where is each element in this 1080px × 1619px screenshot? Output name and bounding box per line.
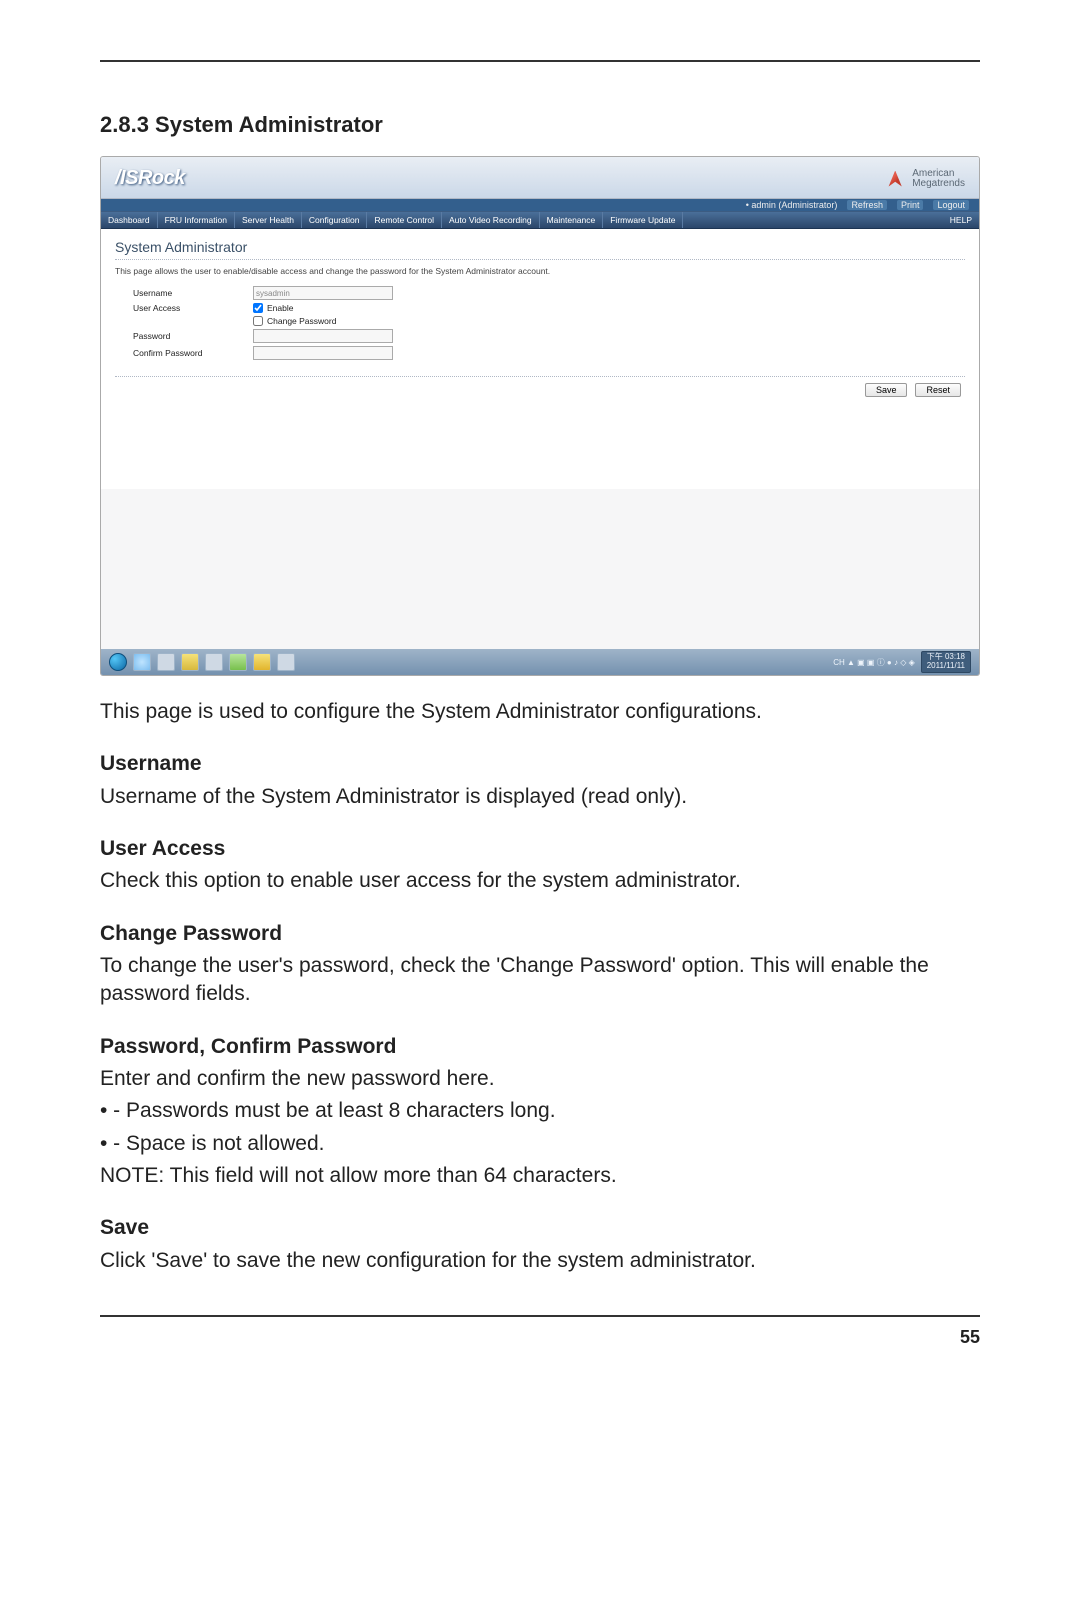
- refresh-link[interactable]: Refresh: [847, 200, 887, 210]
- row-change-password: Change Password: [133, 316, 965, 326]
- ui-header: /ISRock American Megatrends: [101, 157, 979, 199]
- password-bullet-2: • - Space is not allowed.: [100, 1130, 980, 1158]
- user-access-paragraph: Check this option to enable user access …: [100, 867, 980, 895]
- label-username: Username: [133, 288, 253, 298]
- windows-taskbar: CH ▲ ▣ ▣ ⓘ ● ♪ ◇ ◈ 下午 03:18 2011/11/11: [101, 649, 979, 675]
- confirm-password-input[interactable]: [253, 346, 393, 360]
- section-heading: 2.8.3 System Administrator: [100, 112, 980, 138]
- change-password-heading: Change Password: [100, 920, 980, 948]
- save-paragraph: Click 'Save' to save the new configurati…: [100, 1247, 980, 1275]
- print-link[interactable]: Print: [897, 200, 924, 210]
- user-access-heading: User Access: [100, 835, 980, 863]
- system-tray-icons[interactable]: CH ▲ ▣ ▣ ⓘ ● ♪ ◇ ◈: [833, 657, 915, 668]
- panel-desc: This page allows the user to enable/disa…: [115, 266, 965, 276]
- page-number: 55: [100, 1327, 980, 1348]
- nav-configuration[interactable]: Configuration: [302, 212, 368, 228]
- nav-dashboard[interactable]: Dashboard: [101, 212, 158, 228]
- bmc-web-ui-screenshot: /ISRock American Megatrends • admin (Adm…: [100, 156, 980, 676]
- doc-text: This page is used to configure the Syste…: [100, 698, 980, 1275]
- ui-body: System Administrator This page allows th…: [101, 229, 979, 489]
- label-password: Password: [133, 331, 253, 341]
- panel-title: System Administrator: [115, 239, 965, 260]
- intro-paragraph: This page is used to configure the Syste…: [100, 698, 980, 726]
- taskbar-app-icon[interactable]: [157, 653, 175, 671]
- password-confirm-heading: Password, Confirm Password: [100, 1033, 980, 1061]
- taskbar-clock[interactable]: 下午 03:18 2011/11/11: [921, 651, 971, 673]
- taskbar-app-icon[interactable]: [205, 653, 223, 671]
- taskbar-app-icon[interactable]: [253, 653, 271, 671]
- ui-nav: Dashboard FRU Information Server Health …: [101, 211, 979, 229]
- nav-maintenance[interactable]: Maintenance: [540, 212, 604, 228]
- label-user-access: User Access: [133, 303, 253, 313]
- taskbar-app-icon[interactable]: [181, 653, 199, 671]
- row-confirm-password: Confirm Password: [133, 346, 965, 360]
- ami-line2: Megatrends: [912, 179, 965, 189]
- row-user-access: User Access Enable: [133, 303, 965, 313]
- ui-subheader: • admin (Administrator) Refresh Print Lo…: [101, 199, 979, 211]
- enable-label: Enable: [267, 303, 293, 313]
- row-username: Username: [133, 286, 965, 300]
- ui-spacer: [101, 489, 979, 649]
- row-password: Password: [133, 329, 965, 343]
- bottom-rule: [100, 1315, 980, 1317]
- asrock-logo: /ISRock: [115, 167, 185, 190]
- password-bullet-1: • - Passwords must be at least 8 charact…: [100, 1097, 980, 1125]
- username-heading: Username: [100, 750, 980, 778]
- nav-firmware-update[interactable]: Firmware Update: [603, 212, 683, 228]
- welcome-text: • admin (Administrator): [746, 200, 838, 210]
- nav-help[interactable]: HELP: [943, 212, 979, 228]
- save-button[interactable]: Save: [865, 383, 908, 397]
- username-paragraph: Username of the System Administrator is …: [100, 783, 980, 811]
- nav-remote-control[interactable]: Remote Control: [367, 212, 442, 228]
- save-heading: Save: [100, 1214, 980, 1242]
- start-orb-icon[interactable]: [109, 653, 127, 671]
- change-password-paragraph: To change the user's password, check the…: [100, 952, 980, 1009]
- logout-link[interactable]: Logout: [933, 200, 969, 210]
- taskbar-app-icon[interactable]: [229, 653, 247, 671]
- taskbar-app-icon[interactable]: [133, 653, 151, 671]
- taskbar-app-icon[interactable]: [277, 653, 295, 671]
- password-paragraph-1: Enter and confirm the new password here.: [100, 1065, 980, 1093]
- user-access-checkbox[interactable]: [253, 303, 263, 313]
- top-rule: [100, 60, 980, 62]
- change-password-checkbox[interactable]: [253, 316, 263, 326]
- change-password-label: Change Password: [267, 316, 336, 326]
- reset-button[interactable]: Reset: [915, 383, 961, 397]
- nav-fru[interactable]: FRU Information: [158, 212, 235, 228]
- nav-auto-video[interactable]: Auto Video Recording: [442, 212, 540, 228]
- username-input: [253, 286, 393, 300]
- label-confirm-password: Confirm Password: [133, 348, 253, 358]
- ami-line1: American: [912, 169, 965, 179]
- password-input[interactable]: [253, 329, 393, 343]
- nav-server-health[interactable]: Server Health: [235, 212, 302, 228]
- ami-triangle-icon: [884, 171, 906, 187]
- ami-logo: American Megatrends: [884, 169, 965, 189]
- password-note: NOTE: This field will not allow more tha…: [100, 1162, 980, 1190]
- panel-divider: [115, 376, 965, 377]
